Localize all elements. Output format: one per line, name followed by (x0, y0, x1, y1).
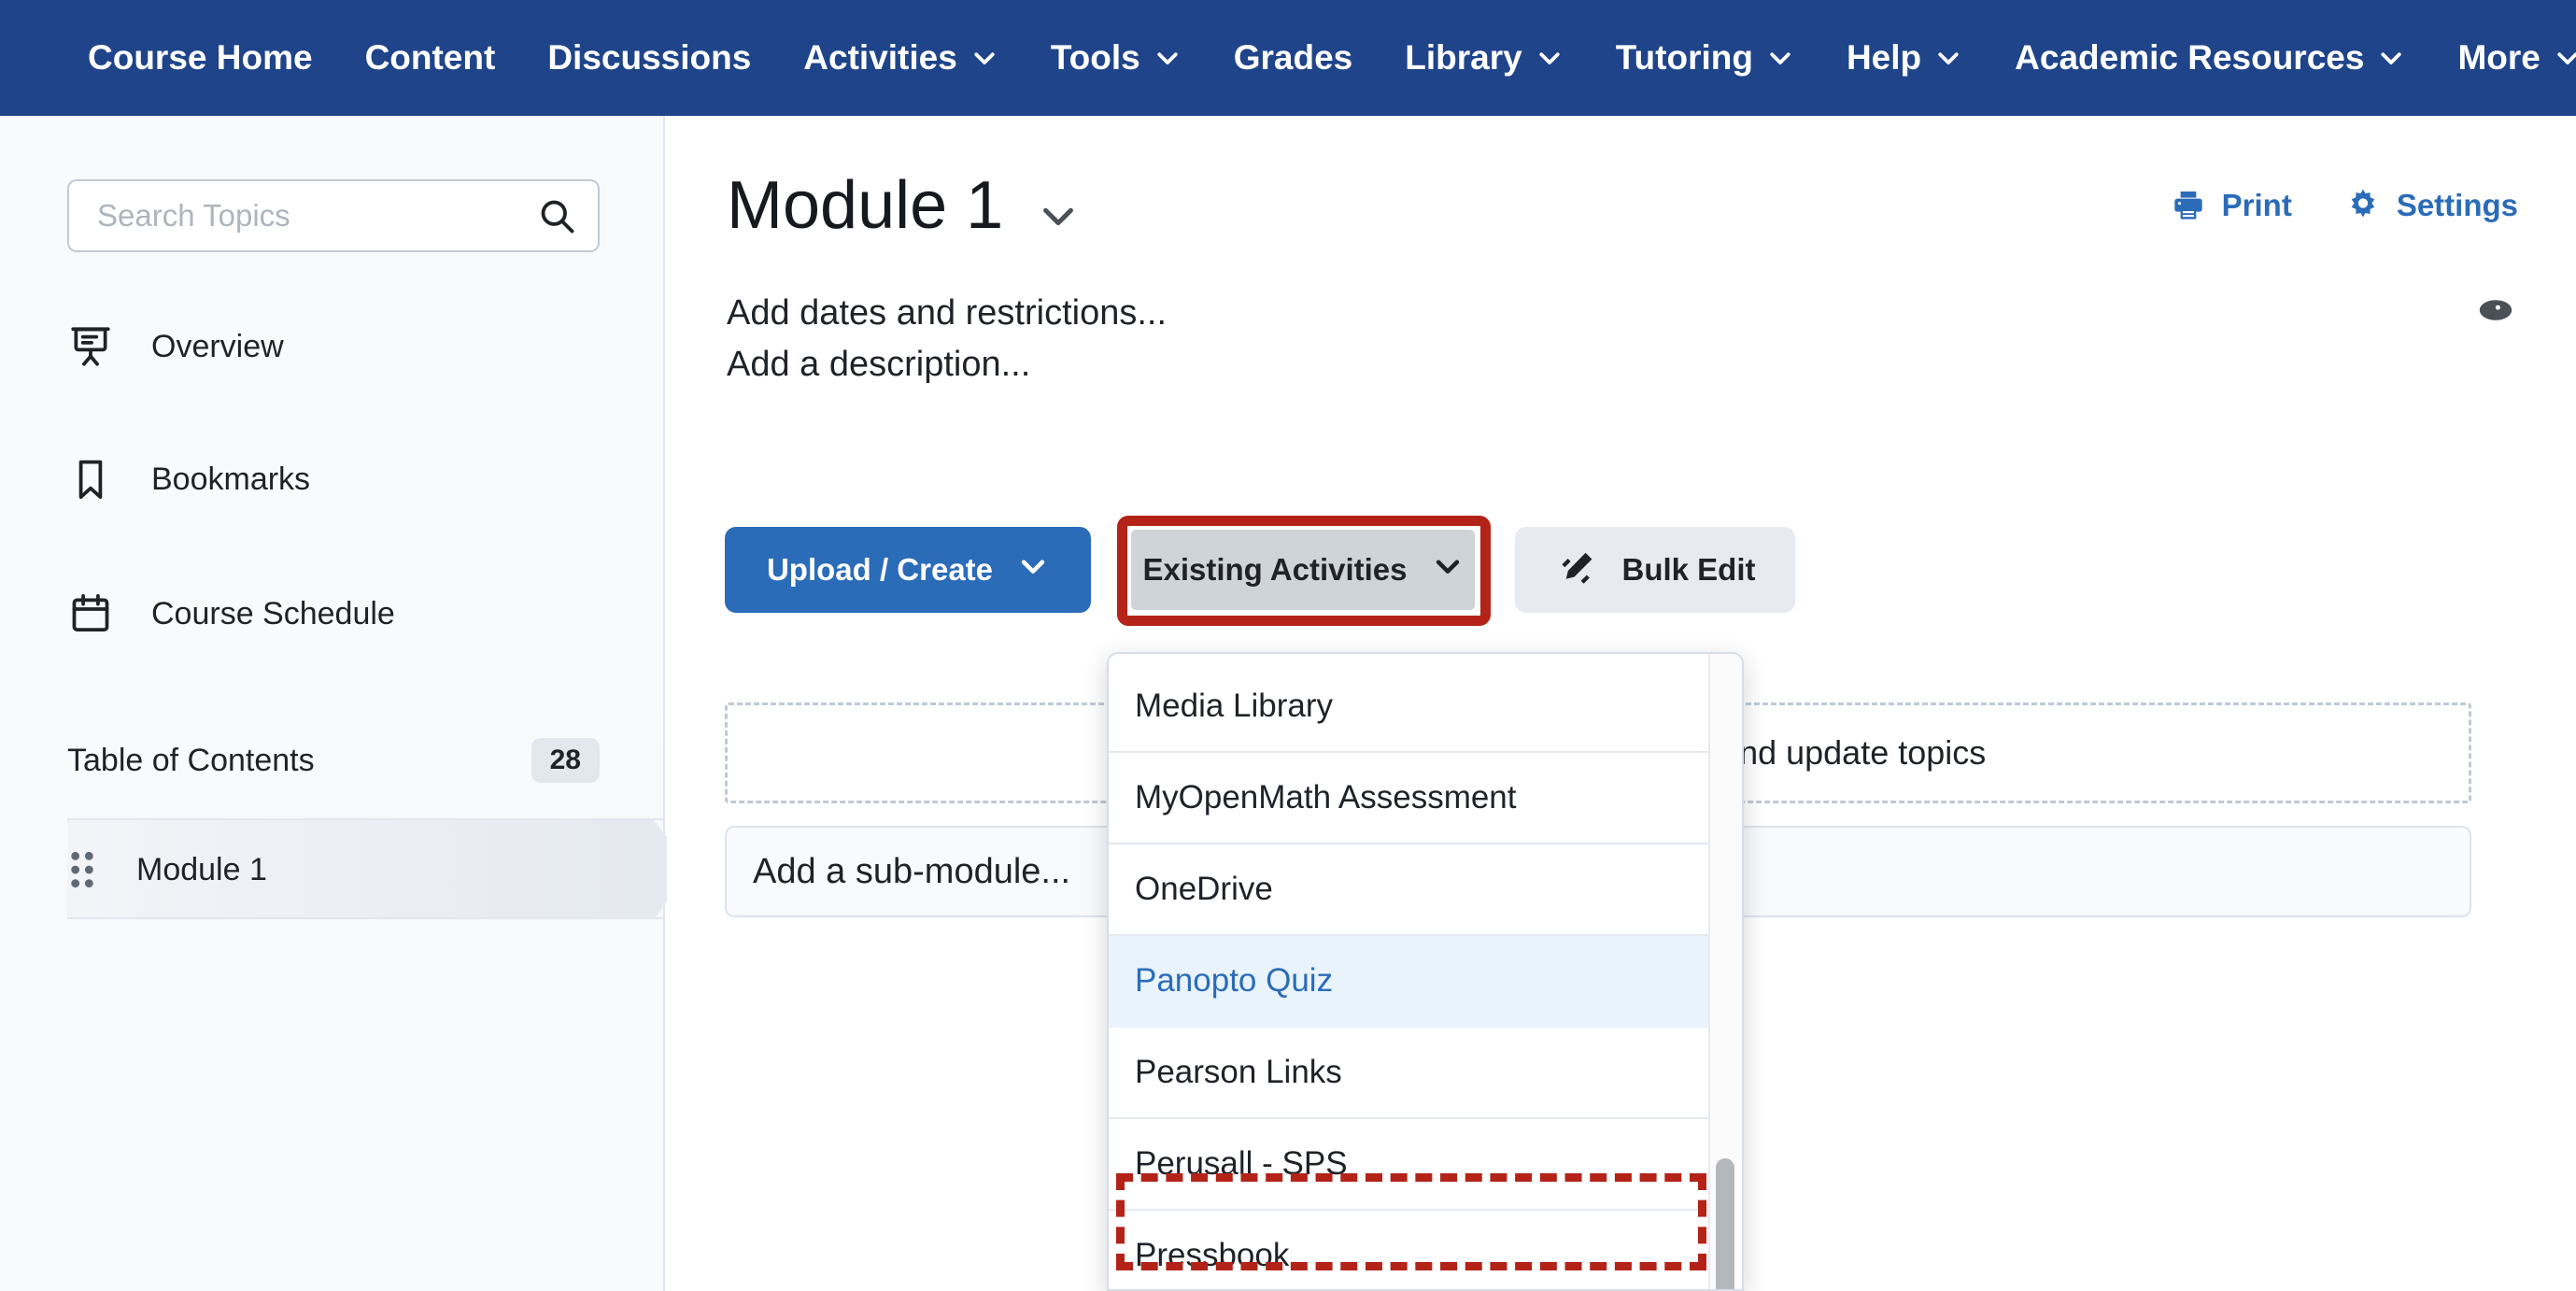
top-navigation-bar: Course Home Content Discussions Activities T… (0, 0, 2576, 116)
nav-item-label: Course Home (88, 38, 313, 77)
chevron-down-icon (970, 44, 998, 72)
bulk-edit-label: Bulk Edit (1621, 552, 1756, 587)
upload-create-button[interactable]: Upload / Create (725, 527, 1091, 613)
search-box[interactable] (67, 179, 600, 252)
dropdown-item-label: Panopto Quiz (1135, 962, 1334, 999)
nav-item-content[interactable]: Content (339, 0, 522, 116)
dropdown-scrollbar-track[interactable] (1708, 654, 1742, 1289)
nav-item-label: Tutoring (1615, 38, 1753, 77)
print-label: Print (2221, 188, 2292, 222)
existing-activities-button[interactable]: Existing Activities (1128, 527, 1478, 613)
search-icon[interactable] (536, 195, 577, 236)
sidebar-item-label: Bookmarks (151, 461, 311, 497)
nav-item-label: Grades (1233, 38, 1353, 77)
nav-item-more[interactable]: More (2431, 0, 2576, 116)
printer-icon (2170, 187, 2207, 224)
nav-item-label: More (2457, 38, 2541, 77)
bookmark-icon (67, 456, 114, 503)
left-sidebar: Overview Bookmarks Course Schedule (0, 116, 691, 1291)
dropdown-item-media-library[interactable]: Media Library (1109, 661, 1712, 753)
dropdown-item-label: OneDrive (1135, 871, 1273, 907)
chevron-down-icon (2554, 44, 2576, 72)
dropdown-item-pearson-links[interactable]: Pearson Links (1109, 1028, 1712, 1119)
calendar-icon (67, 590, 114, 637)
sidebar-item-bookmarks[interactable]: Bookmarks (67, 447, 590, 512)
nav-item-discussions[interactable]: Discussions (521, 0, 777, 116)
dropdown-item-perusall-sps[interactable]: Perusall - SPS (1109, 1119, 1712, 1211)
nav-item-label: Content (364, 38, 496, 77)
dropdown-item-label: Pearson Links (1135, 1054, 1342, 1090)
nav-item-label: Activities (803, 38, 957, 77)
dropdown-item-onedrive[interactable]: OneDrive (1109, 844, 1712, 936)
nav-item-label: Library (1405, 38, 1522, 77)
eye-icon[interactable] (2473, 288, 2518, 333)
existing-activities-label: Existing Activities (1142, 552, 1408, 587)
search-input[interactable] (95, 197, 536, 234)
search-topics-container (67, 179, 600, 252)
drag-handle-icon[interactable] (67, 849, 97, 890)
chevron-down-icon (1432, 550, 1464, 589)
nav-item-label: Tools (1050, 38, 1140, 77)
nav-item-tools[interactable]: Tools (1025, 0, 1208, 116)
module-label: Module 1 (136, 851, 267, 887)
upload-create-label: Upload / Create (766, 552, 994, 587)
gear-icon (2344, 187, 2382, 224)
chevron-down-icon (1766, 44, 1794, 72)
sidebar-item-label: Overview (151, 328, 284, 364)
nav-item-tutoring[interactable]: Tutoring (1590, 0, 1820, 116)
dropdown-item-label: MyOpenMath Assessment (1135, 779, 1517, 816)
chevron-down-icon[interactable] (1037, 194, 1080, 237)
dropdown-item-label: Perusall - SPS (1135, 1145, 1348, 1182)
nav-item-label: Academic Resources (2015, 38, 2365, 77)
nav-item-academic-resources[interactable]: Academic Resources (1989, 0, 2431, 116)
pencil-icon (1554, 547, 1599, 592)
nav-item-library[interactable]: Library (1379, 0, 1589, 116)
dropdown-item-myopenmath-assessment[interactable]: MyOpenMath Assessment (1109, 753, 1712, 844)
sidebar-item-course-schedule[interactable]: Course Schedule (67, 581, 590, 646)
sidebar-item-label: Course Schedule (151, 595, 395, 631)
chevron-down-icon (1017, 550, 1049, 589)
settings-button[interactable]: Settings (2344, 187, 2518, 224)
dropdown-item-list: Media Library MyOpenMath Assessment OneDri… (1109, 661, 1712, 1289)
nav-item-help[interactable]: Help (1820, 0, 1989, 116)
sidebar-module-item-module-1[interactable]: Module 1 (0, 820, 691, 919)
dropdown-scrollbar-thumb[interactable] (1716, 1158, 1734, 1289)
nav-item-grades[interactable]: Grades (1208, 0, 1380, 116)
add-dates-and-restrictions-link[interactable]: Add dates and restrictions... (727, 293, 1167, 333)
dropdown-item-pressbook[interactable]: Pressbook (1109, 1211, 1712, 1289)
table-of-contents-header[interactable]: Table of Contents 28 (67, 732, 600, 788)
dropdown-item-label: Pressbook (1135, 1237, 1290, 1273)
nav-item-course-home[interactable]: Course Home (62, 0, 339, 116)
chevron-down-icon (2377, 44, 2405, 72)
bulk-edit-button[interactable]: Bulk Edit (1515, 527, 1795, 613)
page-root: Course Home Content Discussions Activities T… (0, 0, 2576, 1291)
add-sub-module-text: Add a sub-module... (753, 851, 1071, 891)
nav-item-label: Discussions (547, 38, 752, 77)
dropdown-item-label: Media Library (1135, 688, 1334, 724)
table-of-contents-label: Table of Contents (67, 742, 315, 778)
sidebar-item-overview[interactable]: Overview (67, 314, 590, 379)
page-title-row: Module 1 (727, 172, 1080, 239)
dropdown-item-panopto-quiz[interactable]: Panopto Quiz (1109, 936, 1712, 1028)
nav-item-activities[interactable]: Activities (777, 0, 1025, 116)
print-button[interactable]: Print (2170, 187, 2292, 224)
divider (67, 917, 665, 919)
chevron-down-icon (1536, 44, 1564, 72)
page-title: Module 1 (727, 168, 1004, 243)
nav-item-label: Help (1846, 38, 1922, 77)
presentation-icon (67, 323, 114, 370)
page-top-actions: Print Settings (2170, 187, 2518, 224)
chevron-down-icon (1154, 44, 1182, 72)
add-description-link[interactable]: Add a description... (727, 345, 1030, 385)
existing-activities-dropdown-menu: Media Library MyOpenMath Assessment OneDri… (1107, 652, 1744, 1291)
table-of-contents-count-badge: 28 (531, 738, 600, 783)
settings-label: Settings (2396, 188, 2518, 222)
chevron-down-icon (1934, 44, 1962, 72)
